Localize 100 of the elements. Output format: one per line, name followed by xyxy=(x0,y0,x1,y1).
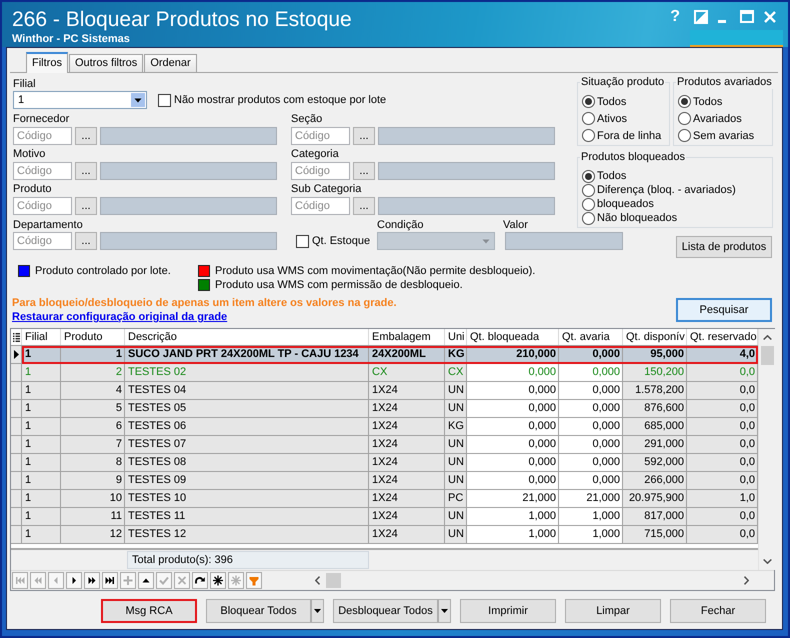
code-field[interactable]: Código xyxy=(13,197,72,215)
maximize-icon[interactable] xyxy=(740,10,754,23)
radio-option[interactable]: Avariados xyxy=(678,110,770,127)
tab[interactable]: Ordenar xyxy=(144,54,197,72)
table-cell: 1X24 xyxy=(369,400,445,418)
column-header[interactable]: Filial xyxy=(22,329,61,345)
radio-option[interactable]: Sem avarias xyxy=(678,127,770,144)
table-cell: 291,000 xyxy=(623,436,687,454)
field-label: Produto xyxy=(13,182,53,196)
tab[interactable]: Outros filtros xyxy=(68,54,144,72)
scroll-down-icon[interactable] xyxy=(762,559,772,564)
code-field[interactable]: Código xyxy=(13,127,72,145)
table-cell: 0,000 xyxy=(559,436,623,454)
code-field[interactable]: Código xyxy=(291,162,350,180)
list-button[interactable]: Lista de produtos xyxy=(676,236,772,258)
filter-icon[interactable] xyxy=(246,572,262,589)
column-header[interactable]: Uni xyxy=(445,329,467,345)
column-header[interactable]: Qt. avaria xyxy=(559,329,623,345)
radio-option[interactable]: Diferença (bloq. - avariados) xyxy=(582,183,770,197)
code-field[interactable]: Código xyxy=(13,162,72,180)
field-label: Seção xyxy=(291,112,324,126)
fast-forward-icon[interactable] xyxy=(84,572,100,589)
action-button[interactable]: Imprimir xyxy=(460,599,556,623)
close-icon[interactable] xyxy=(764,11,776,23)
asterisk-icon[interactable] xyxy=(210,572,226,589)
table-cell: UN xyxy=(445,526,467,544)
group-title: Produtos bloqueados xyxy=(580,151,686,164)
skip-forward-icon[interactable] xyxy=(102,572,118,589)
radio-option[interactable]: Todos xyxy=(678,93,770,110)
radio-option[interactable]: bloqueados xyxy=(582,197,770,211)
action-button[interactable]: Msg RCA xyxy=(101,599,197,623)
radio-option[interactable]: Fora de linha xyxy=(582,127,667,144)
tab[interactable]: Filtros xyxy=(26,52,68,73)
action-button[interactable]: Fechar xyxy=(670,599,766,623)
lookup-button[interactable]: ... xyxy=(75,162,97,180)
table-cell: 1X24 xyxy=(369,436,445,454)
table-cell: 0,000 xyxy=(559,472,623,490)
table-cell: 1 xyxy=(22,382,61,400)
table-cell: TESTES 09 xyxy=(125,472,369,490)
table-cell: KG xyxy=(445,418,467,436)
dropdown-button[interactable] xyxy=(438,599,451,623)
radio-option[interactable]: Todos xyxy=(582,169,770,183)
table-cell: TESTES 06 xyxy=(125,418,369,436)
action-button[interactable]: Desbloquear Todos xyxy=(333,599,438,623)
table-cell: 1X24 xyxy=(369,454,445,472)
table-cell: 1.578,200 xyxy=(623,382,687,400)
vertical-scrollbar[interactable] xyxy=(758,329,775,570)
scroll-up-icon[interactable] xyxy=(762,335,772,340)
checkbox-option[interactable]: Não mostrar produtos com estoque por lote xyxy=(158,91,386,109)
table-cell: 0,0 xyxy=(687,364,758,382)
table-cell: 266,000 xyxy=(623,472,687,490)
lookup-button[interactable]: ... xyxy=(353,197,375,215)
group-title: Situação produto xyxy=(580,76,666,89)
table-cell: TESTES 10 xyxy=(125,490,369,508)
group-title: Produtos avariados xyxy=(676,76,773,89)
radio-option[interactable]: Todos xyxy=(582,93,667,110)
lookup-button[interactable]: ... xyxy=(353,127,375,145)
search-button[interactable]: Pesquisar xyxy=(676,298,772,322)
table-cell: 1,000 xyxy=(559,508,623,526)
code-field[interactable]: Código xyxy=(291,127,350,145)
code-field[interactable]: Código xyxy=(291,197,350,215)
table-cell: 9 xyxy=(61,472,125,490)
table-cell: TESTES 08 xyxy=(125,454,369,472)
lookup-button[interactable]: ... xyxy=(75,127,97,145)
list-icon[interactable] xyxy=(12,332,20,342)
column-header[interactable]: Produto xyxy=(61,329,125,345)
column-header[interactable]: Embalagem xyxy=(369,329,445,345)
dropdown-field[interactable]: 1 xyxy=(13,91,147,109)
scroll-right-icon[interactable] xyxy=(744,576,749,585)
table-cell: 592,000 xyxy=(623,454,687,472)
scroll-left-icon[interactable] xyxy=(315,576,320,585)
caret-icon xyxy=(131,93,145,107)
column-header[interactable]: Qt. disponív xyxy=(623,329,687,345)
column-header[interactable]: Descrição xyxy=(125,329,369,345)
code-field[interactable]: Código xyxy=(13,232,72,250)
table-cell: TESTES 04 xyxy=(125,382,369,400)
table-cell: UN xyxy=(445,382,467,400)
table-cell: UN xyxy=(445,436,467,454)
field-label: Condição xyxy=(377,218,424,232)
checkbox-option[interactable]: Qt. Estoque xyxy=(296,232,377,250)
restore-link[interactable]: Restaurar configuração original da grade xyxy=(12,310,228,324)
dropdown-button[interactable] xyxy=(311,599,324,623)
table-cell: 0,000 xyxy=(467,382,559,400)
column-header[interactable]: Qt. bloqueada xyxy=(467,329,559,345)
action-button[interactable]: Bloquear Todos xyxy=(206,599,311,623)
radio-option[interactable]: Ativos xyxy=(582,110,667,127)
total-count: Total produto(s): 396 xyxy=(127,551,369,569)
table-cell: 0,0 xyxy=(687,382,758,400)
table-cell: CX xyxy=(445,364,467,382)
table-cell: 1,000 xyxy=(467,526,559,544)
field-label: Motivo xyxy=(13,147,46,161)
radio-option[interactable]: Não bloqueados xyxy=(582,211,770,225)
scroll-thumb[interactable] xyxy=(326,573,341,588)
action-button[interactable]: Limpar xyxy=(565,599,661,623)
table-cell: 1 xyxy=(22,508,61,526)
diagonal-square-icon[interactable] xyxy=(694,10,708,24)
lookup-button[interactable]: ... xyxy=(75,197,97,215)
lookup-button[interactable]: ... xyxy=(353,162,375,180)
scroll-thumb[interactable] xyxy=(760,346,774,365)
lookup-button[interactable]: ... xyxy=(75,232,97,250)
